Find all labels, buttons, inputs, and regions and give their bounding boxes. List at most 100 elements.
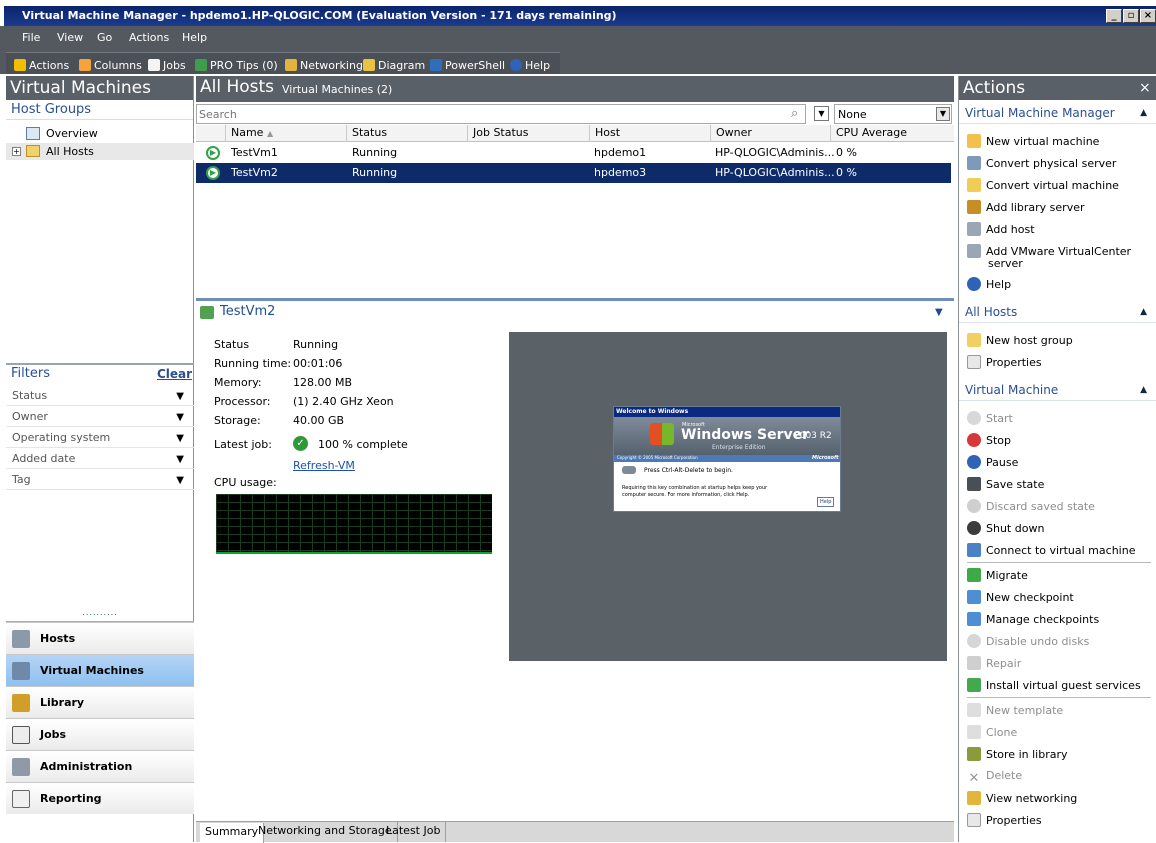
windows-logo-icon <box>650 423 674 445</box>
running-time-label: Running time: <box>214 357 292 370</box>
action-add-host[interactable]: Add host <box>967 222 1035 236</box>
menu-actions[interactable]: Actions <box>129 31 169 44</box>
column-job-status[interactable]: Job Status <box>467 125 589 142</box>
search-input[interactable] <box>196 104 806 124</box>
action-delete[interactable]: ✕ Delete <box>967 769 1023 786</box>
nav-hosts[interactable]: Hosts <box>6 622 194 654</box>
nav-reporting[interactable]: Reporting <box>6 782 194 814</box>
action-stop[interactable]: Stop <box>967 433 1011 447</box>
action-add-vmware-continued[interactable]: server <box>988 257 1023 270</box>
action-new-host-group[interactable]: New host group <box>967 333 1073 347</box>
action-connect[interactable]: Connect to virtual machine <box>967 543 1135 557</box>
action-add-vmware[interactable]: Add VMware VirtualCenter <box>967 244 1131 258</box>
action-clone[interactable]: Clone <box>967 725 1017 739</box>
search-options-icon[interactable]: ▼ <box>814 106 829 121</box>
action-shut-down[interactable]: Shut down <box>967 521 1044 535</box>
running-icon: ▶ <box>206 146 220 160</box>
properties-icon <box>967 813 981 827</box>
save-state-icon <box>967 477 981 491</box>
action-migrate[interactable]: Migrate <box>967 568 1028 582</box>
close-icon[interactable]: × <box>1139 76 1151 100</box>
refresh-vm-link[interactable]: Refresh-VM <box>293 459 355 472</box>
section-virtual-machine[interactable]: Virtual Machine ▲ <box>959 379 1156 401</box>
toolbar-jobs[interactable]: Jobs <box>148 59 186 72</box>
action-help[interactable]: Help <box>967 277 1011 291</box>
toolbar-pro-tips[interactable]: PRO Tips (0) <box>195 59 278 72</box>
toolbar-columns[interactable]: Columns <box>79 59 142 72</box>
action-add-library-server[interactable]: Add library server <box>967 200 1085 214</box>
chevron-down-icon: ▼ <box>176 391 184 402</box>
group-by-select[interactable]: None ▼ <box>834 104 952 124</box>
thumbnail-help-button: Help <box>817 497 835 507</box>
tree-overview[interactable]: Overview <box>26 126 186 142</box>
filter-tag[interactable]: Tag ▼ <box>6 470 194 490</box>
action-save-state[interactable]: Save state <box>967 477 1044 491</box>
action-pause[interactable]: Pause <box>967 455 1018 469</box>
action-install-guest-services[interactable]: Install virtual guest services <box>967 678 1141 692</box>
expand-icon[interactable]: + <box>12 147 21 156</box>
column-name[interactable]: Name ▲ <box>225 125 340 142</box>
thumbnail-banner: Microsoft Windows Server 2003 R2 Enterpr… <box>614 417 840 455</box>
action-convert-virtual[interactable]: Convert virtual machine <box>967 178 1119 192</box>
restore-icon[interactable]: ▫ <box>1123 9 1139 23</box>
template-icon <box>967 703 981 717</box>
filter-owner[interactable]: Owner ▼ <box>6 407 194 427</box>
action-start[interactable]: Start <box>967 411 1013 425</box>
filter-status[interactable]: Status ▼ <box>6 386 194 406</box>
stop-icon <box>967 433 981 447</box>
menu-file[interactable]: File <box>22 31 40 44</box>
toolbar-actions[interactable]: Actions <box>14 59 69 72</box>
menu-view[interactable]: View <box>57 31 83 44</box>
vm-row-testvm2[interactable]: ▶ TestVm2 Running hpdemo3 HP-QLOGIC\Admi… <box>196 163 951 183</box>
nav-virtual-machines[interactable]: Virtual Machines <box>6 654 194 686</box>
thumbnail-edition: Enterprise Edition <box>712 444 766 451</box>
grid-header: Name ▲ Status Job Status Host Owner CPU … <box>196 125 954 142</box>
nav-library[interactable]: Library <box>6 686 194 718</box>
action-vm-properties[interactable]: Properties <box>967 813 1042 827</box>
filter-operating-system[interactable]: Operating system ▼ <box>6 428 194 448</box>
action-discard-saved-state[interactable]: Discard saved state <box>967 499 1095 513</box>
section-all-hosts[interactable]: All Hosts ▲ <box>959 301 1156 323</box>
action-convert-physical[interactable]: Convert physical server <box>967 156 1116 170</box>
action-host-properties[interactable]: Properties <box>967 355 1042 369</box>
action-repair[interactable]: Repair <box>967 656 1021 670</box>
nav-administration[interactable]: Administration <box>6 750 194 782</box>
column-status[interactable]: Status <box>346 125 466 142</box>
toolbar-diagram[interactable]: Diagram <box>363 59 425 72</box>
action-manage-checkpoints[interactable]: Manage checkpoints <box>967 612 1099 626</box>
menu-help[interactable]: Help <box>182 31 207 44</box>
center-subtitle: Virtual Machines (2) <box>282 83 393 96</box>
column-cpu-average[interactable]: CPU Average <box>830 125 950 142</box>
nav-splitter[interactable]: .......... <box>6 608 194 622</box>
toolbar-help[interactable]: Help <box>510 59 550 72</box>
repair-icon <box>967 656 981 670</box>
toolbar-networking[interactable]: Networking <box>285 59 363 72</box>
tab-networking-storage[interactable]: Networking and Storage <box>253 822 398 842</box>
collapse-details-icon[interactable]: ▼ <box>935 307 943 318</box>
storage-label: Storage: <box>214 414 261 427</box>
minimize-icon[interactable]: _ <box>1106 9 1122 23</box>
host-group-icon <box>967 333 981 347</box>
search-icon[interactable]: ⌕ <box>791 106 798 121</box>
action-new-template[interactable]: New template <box>967 703 1063 717</box>
details-vm-name: TestVm2 <box>220 304 276 319</box>
toolbar-powershell[interactable]: PowerShell <box>430 59 505 72</box>
actions-separator <box>967 697 1151 698</box>
action-new-vm[interactable]: New virtual machine <box>967 134 1099 148</box>
action-new-checkpoint[interactable]: New checkpoint <box>967 590 1074 604</box>
tab-latest-job[interactable]: Latest Job <box>381 822 447 842</box>
vm-row-testvm1[interactable]: ▶ TestVm1 Running hpdemo1 HP-QLOGIC\Admi… <box>196 143 951 163</box>
action-view-networking[interactable]: View networking <box>967 791 1077 805</box>
tree-all-hosts[interactable]: + All Hosts <box>6 143 194 160</box>
nav-jobs[interactable]: Jobs <box>6 718 194 750</box>
section-vmm[interactable]: Virtual Machine Manager ▲ <box>959 102 1156 124</box>
action-store-in-library[interactable]: Store in library <box>967 747 1068 761</box>
column-host[interactable]: Host <box>589 125 709 142</box>
menu-go[interactable]: Go <box>97 31 112 44</box>
vm-thumbnail[interactable]: Welcome to Windows Microsoft Windows Ser… <box>509 332 947 661</box>
column-owner[interactable]: Owner <box>710 125 830 142</box>
clear-filters-link[interactable]: Clear <box>157 367 192 381</box>
filter-added-date[interactable]: Added date ▼ <box>6 449 194 469</box>
close-window-icon[interactable]: × <box>1140 9 1156 23</box>
action-disable-undo[interactable]: Disable undo disks <box>967 634 1089 648</box>
